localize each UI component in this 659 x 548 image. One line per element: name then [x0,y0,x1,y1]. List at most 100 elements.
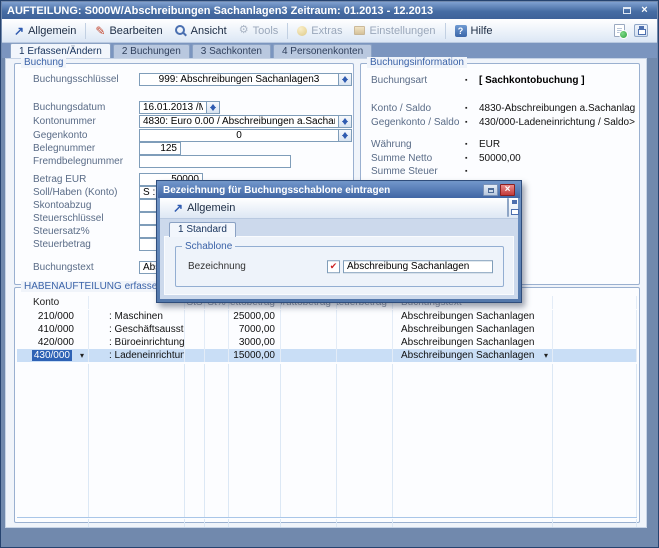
field-label: Buchungsdatum [33,102,139,113]
magnifier-icon [175,25,187,37]
toolbar-right [614,24,651,37]
spinner-icon[interactable] [207,101,220,114]
field-label: Fremdbelegnummer [33,156,139,167]
field-buchungsschluessel: Buchungsschlüssel [33,72,347,86]
buchungsdatum-input[interactable] [139,101,207,114]
save-icon[interactable] [507,198,509,217]
menu-hilfe[interactable]: Hilfe [449,23,499,39]
info-label: Summe Netto [371,153,465,164]
buchungsdatum-combo [139,101,220,114]
table-row-selected[interactable]: 430/000 : Ladeneinrichtung 15000,00 Absc… [17,349,637,362]
selected-konto-value[interactable]: 430/000 [32,350,72,361]
belegnummer-input[interactable] [139,142,181,155]
buchung-panel-label: Buchung [21,57,66,68]
table-row[interactable]: 210/000 : Maschinen 25000,00 Abschreibun… [17,310,637,323]
spinner-icon[interactable] [339,115,352,128]
fremdbelegnummer-input[interactable] [139,155,291,168]
dialog-title: Bezeichnung für Buchungsschablone eintra… [163,185,481,196]
dialog-menu-allgemein[interactable]: Allgemein [169,201,239,215]
menu-separator [445,23,446,39]
menu-bearbeiten[interactable]: Bearbeiten [89,23,168,39]
cell-nettobetrag: 25000,00 [229,310,281,323]
spinner-icon[interactable] [339,73,352,86]
dialog-restore-button[interactable] [483,184,498,196]
schablone-group: Schablone Bezeichnung [175,246,504,287]
menu-label: Allgemein [28,25,76,37]
tab-sachkonten[interactable]: 3 Sachkonten [192,44,271,58]
info-panel-label: Buchungsinformation [367,57,467,68]
bezeichnung-input[interactable] [343,260,493,273]
field-label: Buchungstext [33,262,139,273]
info-row-gegenkonto-saldo: Gegenkonto / Saldo 430/000-Ladeneinricht… [371,116,635,129]
titlebar: AUFTEILUNG: S000W/Abschreibungen Sachanl… [2,2,657,19]
bullet-icon [465,77,479,84]
bullet-icon [465,155,479,162]
field-label: Skontoabzug [33,200,139,211]
info-value: 430/000-Ladeneinrichtung / Saldo>> 0.00 … [479,117,635,128]
dialog-titlebar: Bezeichnung für Buchungsschablone eintra… [158,182,520,198]
info-value: [ Sachkontobuchung ] [479,75,585,86]
empty-grid-area [17,364,637,517]
menu-tools[interactable]: Tools [233,23,285,39]
schablone-dialog: Bezeichnung für Buchungsschablone eintra… [156,180,522,303]
field-gegenkonto: Gegenkonto [33,128,347,142]
spinner-icon[interactable] [339,129,352,142]
cell-buchungstext: Abschreibungen Sachanlagen [393,310,553,323]
dropdown-arrow-icon[interactable] [80,352,84,360]
bulb-icon [297,26,307,36]
menu-label: Einstellungen [369,25,435,37]
info-label: Gegenkonto / Saldo [371,117,465,128]
field-label: Kontonummer [33,116,139,127]
cell-buchungstext: Abschreibungen Sachanlagen [393,349,553,362]
empty-grid-area [17,519,637,527]
dialog-tab-standard[interactable]: 1 Standard [169,222,236,237]
close-button[interactable] [637,4,652,17]
menu-einstellungen[interactable]: Einstellungen [348,23,441,39]
cell-buchungstext: Abschreibungen Sachanlagen [393,336,553,349]
dropdown-arrow-icon[interactable] [544,352,548,360]
konto-name-value: : Ladeneinrichtung [109,350,185,361]
menu-separator [287,23,288,39]
restore-icon [623,7,631,14]
gegenkonto-input[interactable] [139,129,339,142]
field-label: Soll/Haben (Konto) [33,187,139,198]
arrow-ne-icon [14,25,24,37]
table-row[interactable]: 410/000 : Geschäftsausstat 7000,00 Absch… [17,323,637,336]
info-label: Summe Steuer [371,166,465,177]
cell-konto-name: : Ladeneinrichtung [89,349,185,362]
check-icon[interactable] [327,260,340,273]
gegenkonto-combo [139,129,352,142]
dialog-close-button[interactable] [500,184,515,196]
info-row-buchungsart: Buchungsart [ Sachkontobuchung ] [371,74,635,87]
habenaufteilung-panel: HABENAUFTEILUNG erfassen Konto StS St% N… [14,287,640,523]
info-row-waehrung: Währung EUR [371,138,635,151]
field-fremdbelegnummer: Fremdbelegnummer [33,154,347,168]
cell-konto-nr: 420/000 [17,336,89,349]
table-row[interactable]: 420/000 : Büroeinrichtung 3000,00 Abschr… [17,336,637,349]
tabstrip: 1 Erfassen/Ändern 2 Buchungen 3 Sachkont… [2,43,657,58]
menu-allgemein[interactable]: Allgemein [8,23,82,39]
bullet-icon [465,141,479,148]
field-label: Buchungsschlüssel [33,74,139,85]
new-document-icon[interactable] [614,24,625,37]
cell-konto-name: : Maschinen [89,310,185,323]
restore-button[interactable] [619,4,634,17]
tab-erfassen-aendern[interactable]: 1 Erfassen/Ändern [10,43,111,58]
buchungsschluessel-input[interactable] [139,73,339,86]
field-buchungsdatum: Buchungsdatum [33,100,347,114]
menu-ansicht[interactable]: Ansicht [169,23,233,39]
col-konto[interactable]: Konto [17,296,89,309]
kontonummer-input[interactable] [139,115,339,128]
menu-extras[interactable]: Extras [291,23,348,39]
cell-konto-name: : Geschäftsausstat [89,323,185,336]
bullet-icon [465,168,479,175]
menubar: Allgemein Bearbeiten Ansicht Tools Extra… [2,19,657,43]
menu-label: Hilfe [471,25,493,37]
info-row-summe-steuer: Summe Steuer [371,165,635,178]
tab-personenkonten[interactable]: 4 Personenkonten [273,44,372,58]
cell-buchungstext: Abschreibungen Sachanlagen [393,323,553,336]
save-icon[interactable] [634,24,648,37]
info-label: Konto / Saldo [371,103,465,114]
tab-buchungen[interactable]: 2 Buchungen [113,44,190,58]
info-row-summe-netto: Summe Netto 50000,00 [371,152,635,165]
